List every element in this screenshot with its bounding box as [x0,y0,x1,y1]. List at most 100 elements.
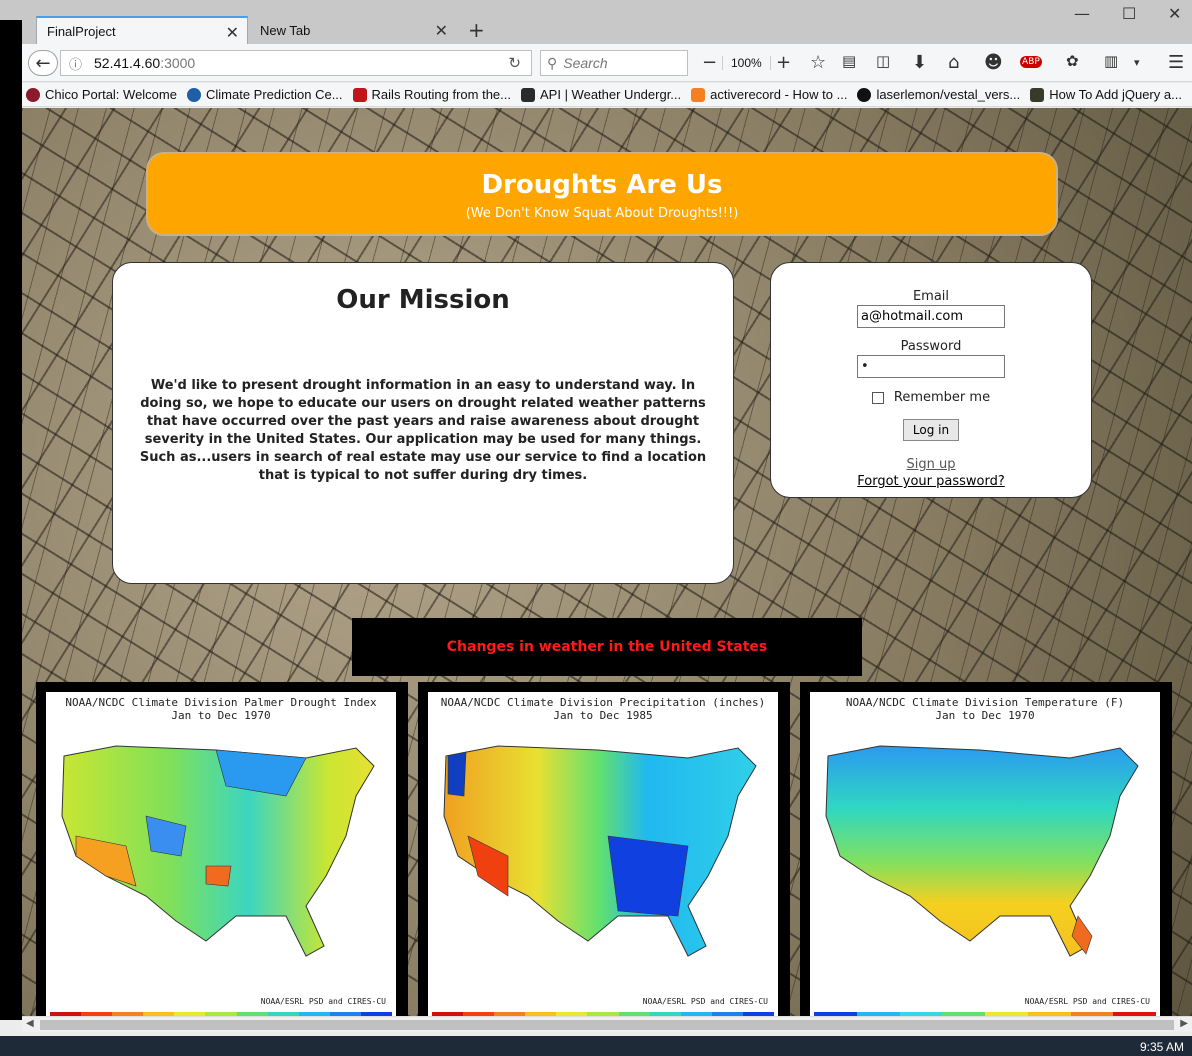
bookmark-favicon-icon [521,87,535,102]
us-map-precipitation [443,745,757,957]
bookmark-favicon-icon [186,87,201,102]
tab-finalproject[interactable]: FinalProject ✕ [36,16,248,44]
tab-label: New Tab [260,22,311,38]
url-host: 52.41.4.60 [94,55,161,71]
tab-strip: FinalProject ✕ New Tab ✕ + — ☐ ✕ [0,0,1192,44]
chevron-down-icon[interactable]: ▾ [1134,56,1140,69]
bookmarks-toolbar: Chico Portal: Welcome Climate Prediction… [0,83,1192,107]
map-image[interactable]: NOAA/NCDC Climate Division Palmer Drough… [46,692,396,1016]
us-map-temperature [825,745,1139,957]
scroll-right-icon[interactable]: ▶ [1180,1018,1188,1029]
map-credit: NOAA/ESRL PSD and CIRES-CU [260,997,386,1006]
bookmark-star-icon[interactable]: ☆ [810,52,826,73]
map-credit: NOAA/ESRL PSD and CIRES-CU [1024,997,1150,1006]
bookmark-item[interactable]: laserlemon/vestal_vers... [857,87,1020,102]
bookmark-label: Chico Portal: Welcome [45,87,177,102]
horizontal-scrollbar[interactable]: ◀ ▶ [22,1016,1192,1032]
close-icon[interactable]: ✕ [435,21,448,41]
bookmark-item[interactable]: Rails Routing from the... [352,87,511,102]
login-panel: Email Password • Remember me Log in Sign… [770,262,1092,498]
bookmark-label: Rails Routing from the... [371,87,511,102]
navigation-bar: ← ⓘ 52.41.4.60:3000 ↻ ⚲ Search − 100% + … [0,44,1192,82]
changes-banner: Changes in weather in the United States [352,618,862,676]
site-subtitle: (We Don't Know Squat About Droughts!!!) [465,206,739,221]
zoom-out-icon[interactable]: − [702,52,717,73]
close-icon[interactable]: ✕ [226,23,239,43]
bookmark-item[interactable]: How To Add jQuery a... [1030,87,1182,102]
mission-title: Our Mission [336,285,510,315]
hamburger-menu-icon[interactable]: ☰ [1168,52,1184,73]
pocket-icon[interactable]: ◫ [876,52,890,70]
background-terminal-strip [0,20,22,1020]
remember-me-label: Remember me [893,390,991,405]
log-in-button[interactable]: Log in [903,419,959,441]
bookmark-item[interactable]: activerecord - How to ... [691,87,847,102]
remember-me-row: Remember me [771,390,1091,405]
minimize-icon[interactable]: — [1074,4,1090,23]
maximize-icon[interactable]: ☐ [1122,4,1136,23]
home-icon[interactable]: ⌂ [948,52,959,73]
forgot-password-link[interactable]: Forgot your password? [771,474,1091,489]
url-bar[interactable]: ⓘ 52.41.4.60:3000 ↻ [60,50,532,76]
map-image[interactable]: NOAA/NCDC Climate Division Temperature (… [810,692,1160,1016]
zoom-in-icon[interactable]: + [776,52,791,73]
emoji-icon[interactable]: ☻ [984,52,1003,73]
map-period: Jan to Dec 1970 [935,709,1035,722]
window-close-icon[interactable]: ✕ [1168,4,1181,23]
bookmark-label: activerecord - How to ... [710,87,848,102]
bookmark-label: laserlemon/vestal_vers... [876,87,1021,102]
email-field[interactable] [857,305,1005,328]
search-icon: ⚲ [547,54,558,71]
browser-window: FinalProject ✕ New Tab ✕ + — ☐ ✕ ← ⓘ 52.… [0,0,1192,1056]
map-period: Jan to Dec 1970 [171,709,271,722]
email-label: Email [912,289,950,304]
mission-text: We'd like to present drought information… [139,378,707,483]
reload-icon[interactable]: ↻ [508,54,521,72]
tab-new-tab[interactable]: New Tab ✕ [250,16,456,44]
bookmark-label: Climate Prediction Ce... [205,87,343,102]
map-title: NOAA/NCDC Climate Division Temperature (… [845,696,1125,709]
remember-me-checkbox[interactable] [871,391,884,404]
info-icon[interactable]: ⓘ [69,54,82,73]
map-card-drought: NOAA/NCDC Climate Division Palmer Drough… [36,682,408,1016]
mission-panel: Our Mission We'd like to present drought… [112,262,734,584]
zoom-level[interactable]: 100% [722,56,771,70]
bookmark-favicon-icon [352,87,367,102]
bookmark-label: How To Add jQuery a... [1049,87,1182,102]
reading-list-icon[interactable]: ▤ [842,52,856,70]
site-title: Droughts Are Us [481,170,723,200]
bookmark-favicon-icon [691,87,706,102]
download-icon[interactable]: ⬇ [912,52,927,73]
bookmark-item[interactable]: Chico Portal: Welcome [26,87,177,102]
map-credit: NOAA/ESRL PSD and CIRES-CU [642,997,768,1006]
sign-up-link[interactable]: Sign up [771,457,1091,472]
adblock-icon[interactable]: ABP [1020,56,1042,68]
map-title: NOAA/NCDC Climate Division Precipitation… [440,696,766,709]
map-title: NOAA/NCDC Climate Division Palmer Drough… [65,696,377,709]
map-card-precipitation: NOAA/NCDC Climate Division Precipitation… [418,682,790,1016]
search-input[interactable]: ⚲ Search [540,50,688,76]
os-taskbar: 9:35 AM [0,1036,1192,1056]
scrollbar-thumb[interactable] [40,1020,1174,1030]
extension-icon[interactable]: ✿ [1066,52,1079,70]
password-field[interactable]: • [857,355,1005,378]
bookmark-label: API | Weather Undergr... [540,87,682,102]
tab-label: FinalProject [47,23,116,39]
bookmark-item[interactable]: API | Weather Undergr... [521,87,681,102]
scroll-left-icon[interactable]: ◀ [26,1018,34,1029]
page-background: Droughts Are Us (We Don't Know Squat Abo… [22,108,1192,1016]
url-port: :3000 [160,55,196,71]
clipboard-icon[interactable]: ▥ [1104,52,1118,70]
map-period: Jan to Dec 1985 [553,709,653,722]
bookmark-favicon-icon [26,87,40,102]
map-image[interactable]: NOAA/NCDC Climate Division Precipitation… [428,692,778,1016]
taskbar-clock: 9:35 AM [1139,1040,1184,1054]
map-card-temperature: NOAA/NCDC Climate Division Temperature (… [800,682,1172,1016]
password-label: Password [900,339,962,354]
new-tab-plus-icon[interactable]: + [468,18,485,42]
github-icon [857,87,872,102]
bookmark-item[interactable]: Climate Prediction Ce... [186,87,343,102]
search-placeholder: Search [563,55,608,71]
site-header: Droughts Are Us (We Don't Know Squat Abo… [146,152,1058,236]
back-arrow-icon[interactable]: ← [28,50,58,76]
